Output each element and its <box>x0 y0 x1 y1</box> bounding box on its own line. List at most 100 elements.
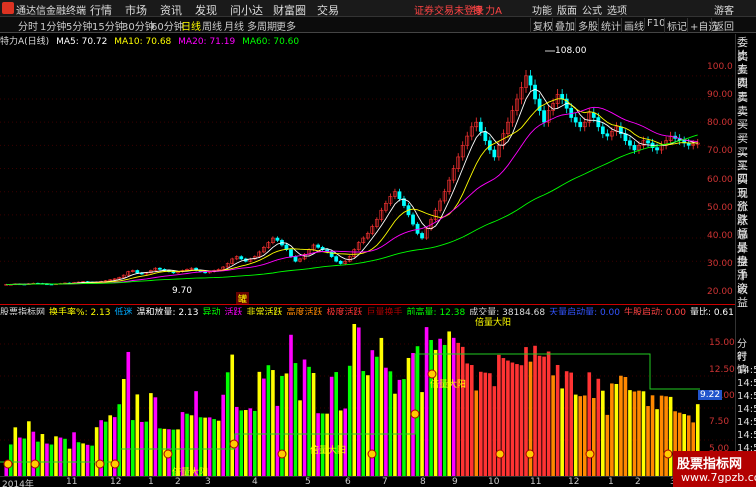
indicator-bar <box>469 365 474 476</box>
stock-name: 特 力A <box>472 6 503 17</box>
tab-daily[interactable]: 日线 <box>181 18 201 33</box>
candle-body <box>334 256 339 262</box>
indicator-bar <box>582 395 587 476</box>
annotation-label: 倍量大阳 <box>475 318 512 328</box>
candle-body <box>411 214 415 225</box>
candle-body <box>578 121 583 128</box>
indicator-bar <box>506 360 510 476</box>
watermark-title: 股票指标网 <box>677 457 743 472</box>
date-tick-label: 2014年 <box>2 480 34 487</box>
candle-body <box>632 145 637 151</box>
quote-side-panel[interactable]: 委比 卖五 卖四 卖三 卖二 卖一 买一 买二 买三 买四 买五 现价 涨跌 涨幅 总量 外盘 换手 净资 收益 分时… <box>735 34 756 487</box>
date-tick-label: 3 <box>205 477 211 487</box>
back-button[interactable]: 返回 <box>711 18 736 33</box>
tab-60min[interactable]: 60分钟 <box>151 18 184 33</box>
tab-5min[interactable]: 5分钟 <box>66 18 92 33</box>
indicator-bar <box>108 415 113 476</box>
tab-more[interactable]: 更多 <box>276 18 296 33</box>
menu-ask[interactable]: 问小达 <box>230 2 263 18</box>
date-tick-label: 9 <box>452 477 458 487</box>
indicator-bar <box>388 371 393 476</box>
indicator-bar <box>230 354 235 476</box>
candle-body <box>293 256 298 262</box>
indicator-bar <box>347 365 352 476</box>
indicator-bar <box>248 408 253 476</box>
indicator-bar <box>528 361 533 476</box>
draw-line-button[interactable]: 画线 <box>621 18 646 33</box>
indicator-bar <box>587 372 592 476</box>
tab-1min[interactable]: 1分钟 <box>40 18 66 33</box>
indicator-bar <box>72 432 76 476</box>
indicator-bar <box>474 390 479 476</box>
indicator-bar <box>63 438 67 476</box>
indicator-bar <box>361 371 366 476</box>
indicator-bar <box>384 367 388 476</box>
indicator-bar <box>478 371 483 476</box>
tab-monthly[interactable]: 月线 <box>224 18 244 33</box>
indicator-bar <box>293 363 298 476</box>
price-tick-label: 40.00 <box>707 230 733 241</box>
menu-discover[interactable]: 发现 <box>195 2 217 18</box>
title-bar: 通达信金融终端 行情 市场 资讯 发现 问小达 财富圈 交易 证券交易未登录 特… <box>0 0 756 17</box>
indicator-bar <box>537 355 542 476</box>
indicator-bar <box>619 375 623 476</box>
menu-market[interactable]: 市场 <box>125 2 147 18</box>
candle-body <box>289 249 293 257</box>
tick-time-label: 14:50 <box>737 417 756 428</box>
price-chart[interactable] <box>0 46 735 304</box>
signal-marker-icon <box>367 449 377 459</box>
indicator-bar <box>610 383 614 476</box>
indicator-bar <box>420 392 424 476</box>
tab-weekly[interactable]: 周线 <box>202 18 222 33</box>
indicator-bar <box>460 346 465 476</box>
menu-formula[interactable]: 公式 <box>582 2 602 17</box>
indicator-bar <box>239 410 244 476</box>
indicator-bar <box>103 421 108 476</box>
tick-time-label: 14:50 <box>737 404 756 415</box>
menu-wealth[interactable]: 财富圈 <box>273 2 306 18</box>
date-tick-label: 1 <box>608 477 614 487</box>
indicator-bar <box>31 431 36 476</box>
mark-button[interactable]: 标记 <box>664 18 689 33</box>
indicator-bar <box>271 370 275 476</box>
indicator-bar <box>650 395 655 476</box>
menu-layout[interactable]: 版面 <box>557 2 577 17</box>
stats-button[interactable]: 统计 <box>598 18 623 33</box>
indicator-bar <box>40 434 45 476</box>
volume-indicator-chart[interactable] <box>0 314 735 476</box>
indicator-bar <box>221 394 226 476</box>
indicator-bar <box>76 442 81 476</box>
candle-body <box>655 147 659 151</box>
menu-news[interactable]: 资讯 <box>160 2 182 18</box>
ma-legend: 特力A(日线) MA5: 70.72 MA10: 70.68 MA20: 71.… <box>0 34 303 47</box>
indicator-bar <box>18 437 22 476</box>
tab-15min[interactable]: 15分钟 <box>92 18 125 33</box>
indicator-bar <box>515 364 519 476</box>
candle-body <box>316 244 320 248</box>
signal-marker-icon <box>163 449 173 459</box>
tab-timeshare[interactable]: 分时 <box>18 18 38 33</box>
date-tick-label: 12 <box>110 477 122 487</box>
candle-body <box>537 98 542 111</box>
menu-trade[interactable]: 交易 <box>317 2 339 18</box>
guest-label[interactable]: 游客 <box>714 2 734 17</box>
candle-body <box>569 107 574 118</box>
menu-quotes[interactable]: 行情 <box>90 2 112 18</box>
tab-30min[interactable]: 30分钟 <box>122 18 155 33</box>
date-tick-label: 11 <box>66 477 78 487</box>
indicator-bar <box>438 338 442 476</box>
menu-options[interactable]: 选项 <box>607 2 627 17</box>
indicator-bar <box>424 327 429 476</box>
indicator-bar <box>560 388 564 476</box>
indicator-bar <box>433 349 438 476</box>
candle-body <box>483 131 488 142</box>
candle-body <box>542 110 546 123</box>
indicator-bar <box>135 394 140 476</box>
app-logo-icon <box>2 2 14 14</box>
overlay-button[interactable]: 叠加 <box>552 18 577 33</box>
candle-body <box>420 233 424 239</box>
tab-multi-period[interactable]: 多周期 <box>247 18 277 33</box>
indicator-bar <box>257 371 262 476</box>
multi-stock-button[interactable]: 多股 <box>575 18 600 33</box>
menu-function[interactable]: 功能 <box>532 2 552 17</box>
